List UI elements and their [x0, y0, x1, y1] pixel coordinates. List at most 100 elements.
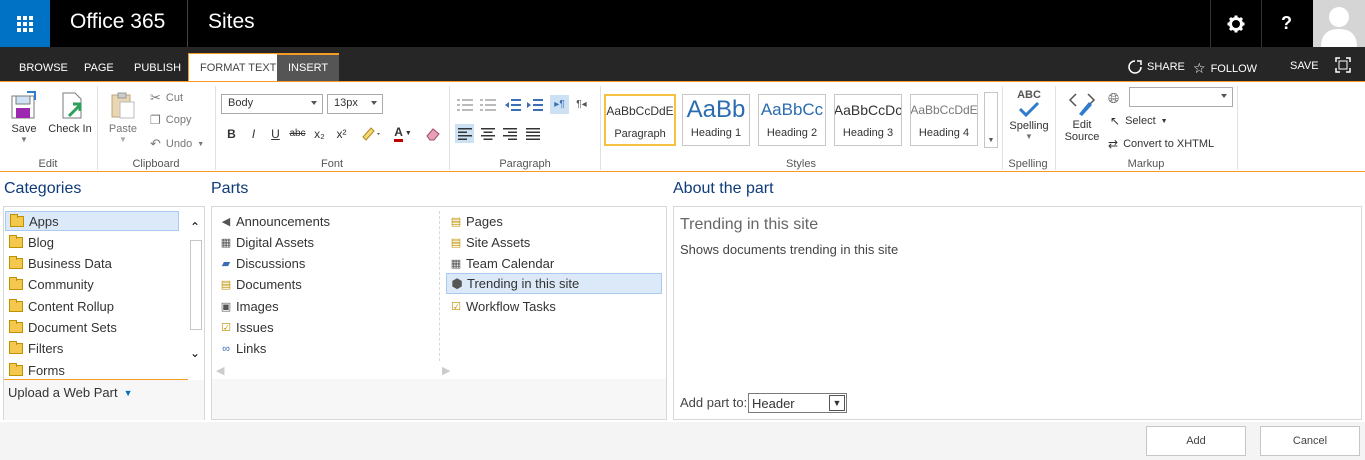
upload-web-part-button[interactable]: Upload a Web Part ▼ [8, 385, 133, 400]
ltr-button[interactable]: ▸¶ [550, 95, 569, 114]
part-item[interactable]: ⬢ Trending in this site [446, 273, 662, 294]
style-heading-3[interactable]: AaBbCcDc Heading 3 [834, 94, 902, 146]
part-item[interactable]: ▦ Team Calendar [449, 253, 554, 274]
folder-icon [10, 213, 24, 227]
font-family-value: Body [228, 97, 254, 109]
category-item[interactable]: Business Data [5, 253, 179, 273]
about-part-name: Trending in this site [680, 216, 819, 233]
share-button[interactable]: SHARE [1128, 60, 1185, 74]
undo-button[interactable]: ↶ Undo ▼ [150, 136, 204, 152]
part-label: Digital Assets [236, 235, 315, 250]
underline-button[interactable]: U [266, 124, 285, 143]
font-size-value: 13px [334, 97, 358, 109]
clear-format-button[interactable] [423, 124, 442, 143]
select-markup-button[interactable]: ↖ Select ▼ [1110, 114, 1168, 128]
follow-button[interactable]: ☆ FOLLOW [1193, 60, 1257, 77]
bullets-button[interactable] [455, 95, 474, 114]
category-item[interactable]: Forms [5, 360, 179, 380]
category-item[interactable]: Content Rollup [5, 296, 179, 316]
justify-button[interactable] [523, 124, 542, 143]
part-item[interactable]: ▰ Discussions [219, 253, 306, 274]
save-page-button[interactable]: SAVE [1290, 60, 1319, 72]
save-ribbon-button[interactable]: Save ▼ [8, 90, 40, 144]
part-item[interactable]: ▤ Pages [449, 211, 503, 232]
styles-gallery-expand-button[interactable]: ▼ [984, 92, 998, 148]
highlight-color-button[interactable] [357, 124, 385, 143]
font-family-select[interactable]: Body [221, 94, 323, 114]
scrollbar-thumb[interactable] [190, 240, 202, 330]
category-label: Business Data [28, 255, 112, 271]
edit-source-button[interactable]: Edit Source [1062, 90, 1102, 143]
part-item[interactable]: ☑ Workflow Tasks [449, 296, 556, 317]
align-center-button[interactable] [478, 124, 497, 143]
app-title[interactable]: Sites [208, 10, 255, 34]
spelling-button[interactable]: ABC Spelling ▼ [1007, 90, 1051, 142]
about-title: About the part [673, 180, 774, 197]
part-label: Issues [236, 320, 274, 335]
rtl-icon: ¶◂ [576, 99, 587, 110]
categories-scrollbar[interactable]: ⌃ ⌄ [188, 218, 204, 380]
user-avatar[interactable] [1313, 0, 1365, 47]
bold-button[interactable]: B [222, 124, 241, 143]
increase-indent-button[interactable] [525, 95, 544, 114]
brand-link[interactable]: Office 365 [70, 10, 165, 34]
align-left-button[interactable] [455, 124, 474, 143]
part-item[interactable]: ◀ Announcements [219, 211, 330, 232]
part-item[interactable]: ▦ Digital Assets [219, 232, 314, 253]
previous-page-icon[interactable]: ◀ [216, 364, 224, 377]
part-item[interactable]: ▤ Documents [219, 274, 302, 295]
numbering-button[interactable] [478, 95, 497, 114]
tab-browse[interactable]: BROWSE [8, 55, 79, 82]
check-in-button[interactable]: Check In [48, 90, 92, 135]
tab-publish[interactable]: PUBLISH [123, 55, 192, 82]
italic-button[interactable]: I [244, 124, 263, 143]
category-item[interactable]: Community [5, 274, 179, 294]
copy-button[interactable]: ❐ Copy [150, 113, 191, 127]
subscript-button[interactable]: x₂ [310, 124, 329, 143]
next-page-icon[interactable]: ▶ [442, 364, 450, 377]
add-part-to-label: Add part to: [680, 395, 748, 410]
decrease-indent-button[interactable] [503, 95, 522, 114]
part-item[interactable]: ▤ Site Assets [449, 232, 531, 253]
strikethrough-button[interactable]: abc [288, 124, 307, 143]
scroll-down-icon[interactable]: ⌄ [190, 346, 200, 360]
tab-insert[interactable]: INSERT [277, 53, 340, 82]
font-color-button[interactable]: A ▼ [390, 124, 416, 143]
category-item[interactable]: Blog [5, 232, 179, 252]
category-item[interactable]: Filters [5, 338, 179, 358]
convert-xhtml-button[interactable]: ⇄ Convert to XHTML [1108, 137, 1214, 151]
language-button[interactable]: 🌐︎ [1108, 90, 1119, 107]
style-label: Heading 1 [690, 127, 742, 139]
category-item[interactable]: Apps [5, 211, 179, 231]
tab-page[interactable]: PAGE [73, 55, 125, 82]
style-paragraph[interactable]: AaBbCcDdE Paragraph [604, 94, 676, 146]
app-launcher-button[interactable] [0, 0, 50, 47]
superscript-button[interactable]: x² [332, 124, 351, 143]
cut-button[interactable]: ✂ Cut [150, 90, 183, 106]
align-right-icon [502, 127, 517, 140]
scroll-up-icon[interactable]: ⌃ [190, 220, 200, 234]
part-item[interactable]: ▣ Images [219, 296, 279, 317]
tab-format-text[interactable]: FORMAT TEXT [188, 53, 289, 82]
category-item[interactable]: Document Sets [5, 317, 179, 337]
add-part-to-select[interactable]: Header ▼ [748, 393, 847, 413]
rtl-button[interactable]: ¶◂ [572, 95, 591, 114]
style-label: Heading 4 [918, 127, 970, 139]
font-size-select[interactable]: 13px [327, 94, 383, 114]
language-select[interactable] [1129, 87, 1233, 107]
style-heading-2[interactable]: AaBbCc Heading 2 [758, 94, 826, 146]
folder-icon [9, 255, 23, 269]
add-button[interactable]: Add [1146, 426, 1246, 456]
align-right-button[interactable] [500, 124, 519, 143]
group-separator [1237, 86, 1238, 170]
focus-content-button[interactable] [1335, 57, 1351, 73]
style-heading-1[interactable]: AaBb Heading 1 [682, 94, 750, 146]
link-icon: ∞ [222, 342, 230, 355]
paste-button[interactable]: Paste ▼ [106, 90, 140, 144]
help-button[interactable]: ? [1261, 0, 1311, 47]
style-heading-4[interactable]: AaBbCcDdE Heading 4 [910, 94, 978, 146]
part-item[interactable]: ☑ Issues [219, 317, 274, 338]
cancel-button[interactable]: Cancel [1260, 426, 1360, 456]
settings-button[interactable] [1210, 0, 1260, 47]
part-item[interactable]: ∞ Links [219, 338, 266, 359]
